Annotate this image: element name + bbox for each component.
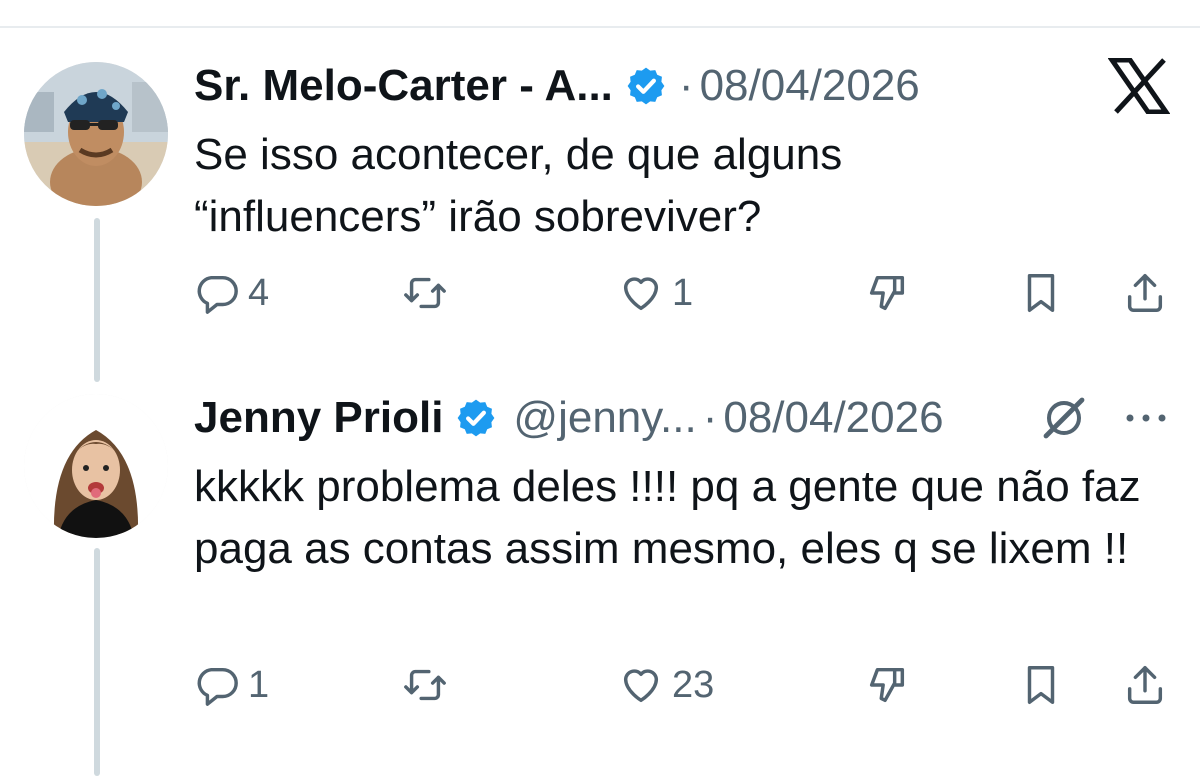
avatar[interactable] — [24, 62, 168, 206]
share-icon — [1127, 274, 1163, 312]
share-icon — [1127, 666, 1163, 704]
retweet-button[interactable] — [402, 660, 456, 710]
tweet-header: Sr. Melo-Carter - A... · 08/04/2026 — [194, 56, 920, 116]
share-button[interactable] — [1122, 268, 1168, 318]
tweet-text: kkkkk problema deles !!!! pq a gente que… — [194, 462, 1141, 573]
tweet-header: Jenny Prioli @jenny... · 08/04/2026 — [194, 388, 944, 448]
tweet-date[interactable]: 08/04/2026 — [700, 61, 920, 111]
like-icon — [623, 669, 659, 703]
like-count: 23 — [672, 663, 715, 706]
woman-long-hair-avatar-icon — [24, 394, 168, 538]
dislike-button[interactable] — [864, 268, 910, 318]
bookmark-icon — [1027, 666, 1055, 704]
thread-line — [94, 548, 100, 776]
man-sunglasses-beach-avatar-icon — [24, 62, 168, 206]
reply-icon — [197, 667, 238, 706]
tweet-actions: 4 1 — [194, 268, 1174, 318]
share-button[interactable] — [1122, 660, 1168, 710]
dislike-button[interactable] — [864, 660, 910, 710]
bookmark-button[interactable] — [1018, 268, 1064, 318]
separator-dot: · — [678, 61, 694, 110]
reply-count: 4 — [248, 271, 270, 314]
more-icon[interactable] — [1118, 400, 1174, 436]
bookmark-icon — [1027, 274, 1055, 312]
reply-icon — [197, 275, 238, 314]
verified-badge-icon — [458, 399, 495, 437]
thread-line — [94, 218, 100, 382]
retweet-icon — [404, 277, 446, 309]
grok-icon[interactable] — [1040, 394, 1088, 442]
retweet-icon — [404, 669, 446, 701]
bookmark-button[interactable] — [1018, 660, 1064, 710]
reply-button[interactable]: 4 — [194, 268, 269, 318]
reply-button[interactable]: 1 — [194, 660, 269, 710]
display-name[interactable]: Jenny Prioli — [194, 393, 443, 443]
tweet-actions: 1 23 — [194, 660, 1174, 710]
tweet-date[interactable]: 08/04/2026 — [723, 393, 943, 443]
top-divider — [0, 26, 1200, 28]
like-button[interactable]: 23 — [618, 660, 714, 710]
like-button[interactable]: 1 — [618, 268, 693, 318]
like-icon — [623, 277, 659, 311]
x-logo-icon[interactable] — [1108, 58, 1170, 114]
user-handle[interactable]: @jenny... — [513, 393, 696, 443]
dislike-icon — [869, 667, 905, 703]
avatar[interactable] — [24, 394, 168, 538]
separator-dot: · — [702, 393, 718, 442]
tweet-text: Se isso acontecer, de que alguns “influe… — [194, 130, 843, 241]
verified-badge-icon — [627, 67, 665, 105]
display-name[interactable]: Sr. Melo-Carter - A... — [194, 61, 613, 111]
dislike-icon — [869, 275, 905, 311]
reply-count: 1 — [248, 663, 270, 706]
retweet-button[interactable] — [402, 268, 456, 318]
like-count: 1 — [672, 271, 694, 314]
